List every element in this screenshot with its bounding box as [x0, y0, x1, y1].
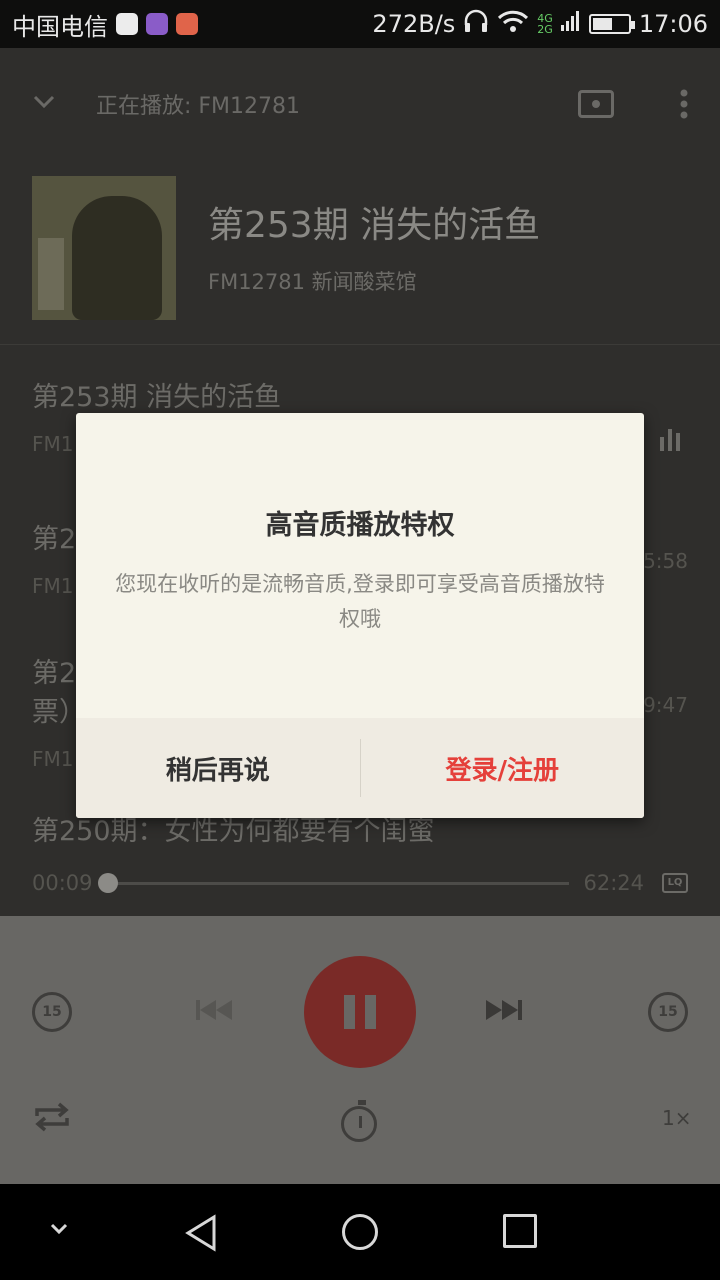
recent-apps-icon[interactable]: [503, 1214, 537, 1248]
seek-thumb[interactable]: [97, 872, 118, 893]
now-playing-title: 第253期 消失的活鱼: [208, 205, 541, 246]
dialog-actions: 稍后再说 登录/注册: [76, 718, 644, 818]
hq-privilege-dialog: 高音质播放特权 您现在收听的是流畅音质,登录即可享受高音质播放特权哦 稍后再说 …: [76, 413, 644, 818]
gallery-app-icon: [146, 13, 168, 35]
current-time: 00:09: [32, 871, 93, 895]
dialog-title: 高音质播放特权: [265, 510, 455, 541]
back-icon[interactable]: [184, 1214, 218, 1256]
home-icon[interactable]: [342, 1214, 378, 1250]
previous-icon[interactable]: [194, 998, 234, 1022]
episode-duration: 5:58: [643, 549, 688, 573]
network-type: 4G 2G: [537, 12, 553, 36]
playing-bars-icon: [660, 429, 680, 451]
headphones-icon: [463, 9, 489, 39]
now-playing-subtitle: FM12781 新闻酸菜馆: [208, 270, 417, 294]
sleep-timer-icon[interactable]: [341, 1100, 377, 1142]
player-topbar: 正在播放: FM12781: [0, 48, 720, 160]
raspberry-app-icon: [116, 13, 138, 35]
quality-badge[interactable]: LQ: [662, 873, 688, 893]
battery-icon: [588, 14, 635, 34]
net-speed: 272B/s: [372, 10, 456, 38]
repeat-icon[interactable]: [32, 1100, 72, 1134]
system-nav-bar: [0, 1184, 720, 1280]
status-bar: 中国电信 272B/s 4G 2G 17:06: [0, 0, 720, 48]
now-playing-card[interactable]: 第253期 消失的活鱼 FM12781 新闻酸菜馆: [32, 176, 692, 320]
signal-icon: [560, 9, 581, 39]
cast-icon[interactable]: [578, 90, 614, 118]
playback-speed-button[interactable]: 1×: [662, 1106, 691, 1130]
episode-duration: 9:47: [643, 693, 688, 717]
album-cover: [32, 176, 176, 320]
login-register-button[interactable]: 登录/注册: [361, 718, 645, 818]
dialog-message: 您现在收听的是流畅音质,登录即可享受高音质播放特权哦: [115, 572, 605, 631]
wifi-icon: [497, 9, 529, 39]
seek-track[interactable]: [97, 872, 570, 893]
later-button[interactable]: 稍后再说: [76, 718, 360, 818]
now-playing-label: 正在播放: FM12781: [96, 94, 301, 119]
battery-level: [592, 18, 612, 30]
progress-bar: 00:09 62:24 LQ: [32, 865, 688, 901]
next-icon[interactable]: [484, 998, 524, 1022]
pause-icon: [344, 995, 355, 1029]
pause-button[interactable]: [304, 956, 416, 1068]
clock: 17:06: [638, 10, 708, 38]
skip-back-15-button[interactable]: 15: [32, 992, 72, 1032]
hide-nav-chevron-icon[interactable]: [48, 1218, 70, 1240]
more-options-icon[interactable]: [680, 89, 688, 119]
carrier-label: 中国电信: [12, 12, 108, 41]
playback-controls: 15 15 1×: [0, 916, 720, 1184]
skip-forward-15-button[interactable]: 15: [648, 992, 688, 1032]
total-time: 62:24: [583, 871, 644, 895]
tool-app-icon: [176, 13, 198, 35]
collapse-chevron-icon[interactable]: [32, 94, 56, 114]
